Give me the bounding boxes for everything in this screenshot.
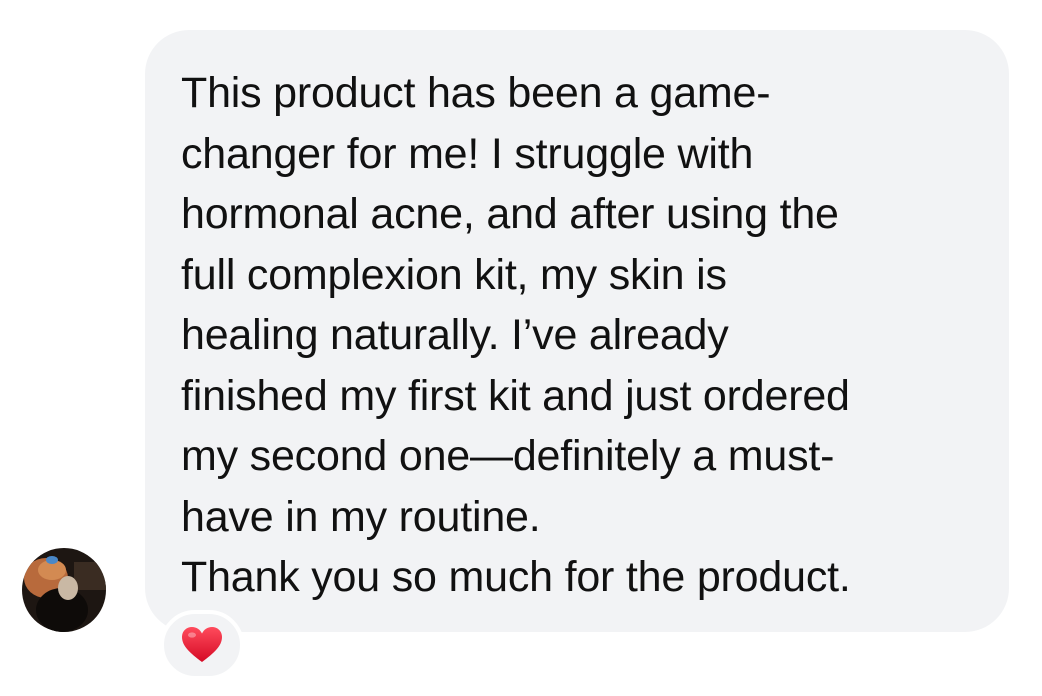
- message-line: healing naturally. I’ve already: [181, 311, 729, 359]
- message-bubble[interactable]: This product has been a game- changer fo…: [145, 30, 1009, 632]
- message-line: This product has been a game-: [181, 69, 771, 117]
- avatar[interactable]: [22, 548, 106, 632]
- message-line: have in my routine.: [181, 492, 541, 541]
- message-line: finished my first kit and just ordered: [181, 371, 850, 420]
- red-heart-icon: [181, 626, 223, 664]
- heart-reaction[interactable]: [160, 610, 244, 680]
- message-line: my second one—definitely a must-: [181, 432, 835, 480]
- avatar-photo: [22, 548, 106, 632]
- message-line: changer for me! I struggle with: [181, 129, 754, 178]
- message-line: hormonal acne, and after using the: [181, 190, 839, 238]
- message-line: full complexion kit, my skin is: [181, 250, 727, 299]
- message-line: Thank you so much for the product.: [181, 553, 851, 601]
